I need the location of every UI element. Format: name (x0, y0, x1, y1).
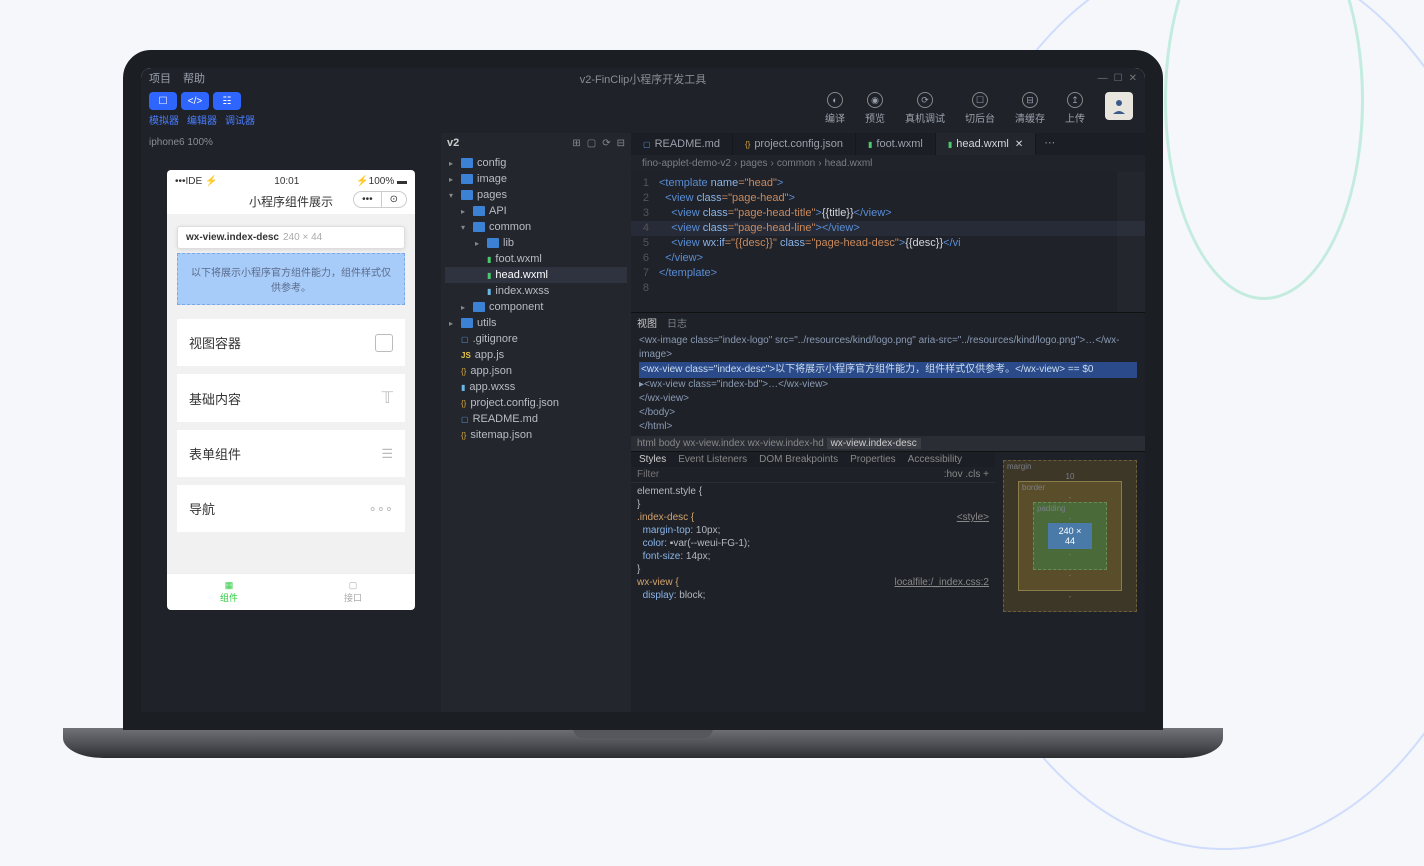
laptop-frame: 项目 帮助 v2-FinClip小程序开发工具 — ☐ ✕ ☐ </> ☷ (63, 50, 1223, 790)
properties-tab[interactable]: Properties (850, 454, 896, 465)
editor-area: ▢README.md {}project.config.json ▮foot.w… (631, 133, 1145, 712)
remote-debug-button[interactable]: ⟳真机调试 (905, 92, 945, 125)
component-icon: ▦ (225, 580, 234, 591)
file-project-config[interactable]: {}project.config.json (445, 395, 627, 411)
device-label: iphone6 100% (141, 133, 441, 152)
simulator-panel: iphone6 100% •••IDE ⚡ 10:01 ⚡100% ▬ 小程序组… (141, 133, 441, 712)
cls-toggle[interactable]: .cls (965, 469, 980, 480)
container-icon (375, 334, 393, 352)
folder-config[interactable]: ▸config (445, 155, 627, 171)
accessibility-tab[interactable]: Accessibility (908, 454, 962, 465)
avatar[interactable] (1105, 92, 1133, 120)
nav-icon: ∘∘∘ (369, 501, 393, 517)
folder-pages[interactable]: ▾pages (445, 187, 627, 203)
win-max-icon[interactable]: ☐ (1114, 73, 1123, 84)
hov-toggle[interactable]: :hov (944, 469, 963, 480)
selected-dom-node[interactable]: <wx-view class="index-desc">以下将展示小程序官方组件… (639, 362, 1137, 378)
capsule-close-icon[interactable]: ⊙ (382, 192, 406, 207)
dom-tree[interactable]: <wx-image class="index-logo" src="../res… (631, 332, 1145, 436)
refresh-icon[interactable]: ⟳ (602, 138, 610, 149)
win-close-icon[interactable]: ✕ (1129, 73, 1137, 84)
devtools-tab-elements[interactable]: 视图 (637, 315, 657, 330)
file-foot-wxml[interactable]: ▮foot.wxml (445, 251, 627, 267)
dom-breadcrumb[interactable]: html body wx-view.index wx-view.index-hd… (631, 436, 1145, 451)
menu-bar: 项目 帮助 v2-FinClip小程序开发工具 — ☐ ✕ (141, 68, 1145, 88)
capsule-menu-icon[interactable]: ••• (354, 192, 382, 207)
file-appwxss[interactable]: ▮app.wxss (445, 379, 627, 395)
background-button[interactable]: ☐切后台 (965, 92, 995, 125)
compile-button[interactable]: ◐编译 (825, 92, 845, 125)
tab-readme[interactable]: ▢README.md (631, 133, 733, 155)
debugger-label: 调试器 (225, 112, 255, 127)
file-index-wxss[interactable]: ▮index.wxss (445, 283, 627, 299)
window-title: v2-FinClip小程序开发工具 (580, 71, 707, 87)
debugger-toggle-icon[interactable]: ☷ (213, 92, 241, 110)
simulator-label: 模拟器 (149, 112, 179, 127)
editor-toggle-icon[interactable]: </> (181, 92, 209, 110)
menu-help[interactable]: 帮助 (183, 70, 205, 86)
devtools-tab-console[interactable]: 日志 (667, 315, 687, 330)
preview-button[interactable]: ◉预览 (865, 92, 885, 125)
folder-api[interactable]: ▸API (445, 203, 627, 219)
ide-window: 项目 帮助 v2-FinClip小程序开发工具 — ☐ ✕ ☐ </> ☷ (141, 68, 1145, 712)
phone-frame: •••IDE ⚡ 10:01 ⚡100% ▬ 小程序组件展示 •••⊙ wx-v… (167, 170, 415, 610)
file-sitemap[interactable]: {}sitemap.json (445, 427, 627, 443)
file-gitignore[interactable]: ▢.gitignore (445, 331, 627, 347)
new-file-icon[interactable]: ⊞ (572, 138, 580, 149)
dom-breakpoints-tab[interactable]: DOM Breakpoints (759, 454, 838, 465)
editor-label: 编辑器 (187, 112, 217, 127)
new-style-icon[interactable]: + (983, 469, 989, 480)
styles-filter-input[interactable] (637, 469, 944, 480)
file-head-wxml[interactable]: ▮head.wxml (445, 267, 627, 283)
inspect-tooltip: wx-view.index-desc240 × 44 (177, 226, 405, 249)
breadcrumb[interactable]: fino-applet-demo-v2›pages›common›head.wx… (631, 155, 1145, 172)
form-icon: ☰ (381, 446, 393, 462)
minimap[interactable] (1117, 172, 1145, 312)
tab-project-config[interactable]: {}project.config.json (733, 133, 856, 155)
status-time: 10:01 (274, 176, 299, 187)
new-folder-icon[interactable]: ▢ (587, 138, 596, 149)
close-tab-icon[interactable]: ✕ (1015, 139, 1023, 150)
code-editor[interactable]: 1<template name="head"> 2 <view class="p… (631, 172, 1145, 312)
file-explorer: v2 ⊞ ▢ ⟳ ⊟ ▸config ▸image ▾pages ▸API (441, 133, 631, 712)
collapse-icon[interactable]: ⊟ (617, 138, 625, 149)
tab-component[interactable]: ▦组件 (167, 574, 291, 610)
folder-utils[interactable]: ▸utils (445, 315, 627, 331)
upload-button[interactable]: ↥上传 (1065, 92, 1085, 125)
status-battery: ⚡100% ▬ (356, 176, 407, 187)
folder-component[interactable]: ▸component (445, 299, 627, 315)
win-min-icon[interactable]: — (1098, 73, 1108, 84)
tabs-overflow-icon[interactable]: ⋯ (1036, 133, 1063, 155)
simulator-toggle-icon[interactable]: ☐ (149, 92, 177, 110)
toolbar: ☐ </> ☷ 模拟器 编辑器 调试器 ◐编译 ◉预览 ⟳真机调试 ☐切后台 (141, 88, 1145, 133)
tab-api[interactable]: ▢接口 (291, 574, 415, 610)
folder-common[interactable]: ▾common (445, 219, 627, 235)
status-signal: •••IDE ⚡ (175, 176, 217, 187)
file-appjs[interactable]: JSapp.js (445, 347, 627, 363)
highlighted-element[interactable]: 以下将展示小程序官方组件能力，组件样式仅供参考。 (177, 253, 405, 305)
file-readme[interactable]: ▢README.md (445, 411, 627, 427)
text-icon: 𝕋 (382, 388, 393, 408)
styles-tab[interactable]: Styles (639, 454, 666, 465)
list-item[interactable]: 表单组件☰ (177, 430, 405, 477)
list-item[interactable]: 视图容器 (177, 319, 405, 366)
folder-image[interactable]: ▸image (445, 171, 627, 187)
devtools-panel: 视图 日志 <wx-image class="index-logo" src="… (631, 312, 1145, 712)
file-appjson[interactable]: {}app.json (445, 363, 627, 379)
box-model: margin10 border- padding- 240 × 44 - - - (995, 452, 1145, 712)
api-icon: ▢ (349, 580, 358, 591)
editor-tabs: ▢README.md {}project.config.json ▮foot.w… (631, 133, 1145, 155)
project-root[interactable]: v2 (447, 137, 459, 149)
list-item[interactable]: 导航∘∘∘ (177, 485, 405, 532)
css-rules[interactable]: element.style { } .index-desc {<style> m… (631, 483, 995, 604)
tab-head-wxml[interactable]: ▮head.wxml✕ (936, 133, 1036, 155)
event-listeners-tab[interactable]: Event Listeners (678, 454, 747, 465)
tab-foot-wxml[interactable]: ▮foot.wxml (856, 133, 936, 155)
folder-lib[interactable]: ▸lib (445, 235, 627, 251)
app-title: 小程序组件展示 (249, 195, 333, 209)
clear-cache-button[interactable]: ⊟清缓存 (1015, 92, 1045, 125)
menu-project[interactable]: 项目 (149, 70, 171, 86)
capsule-buttons[interactable]: •••⊙ (353, 191, 407, 208)
list-item[interactable]: 基础内容𝕋 (177, 374, 405, 422)
